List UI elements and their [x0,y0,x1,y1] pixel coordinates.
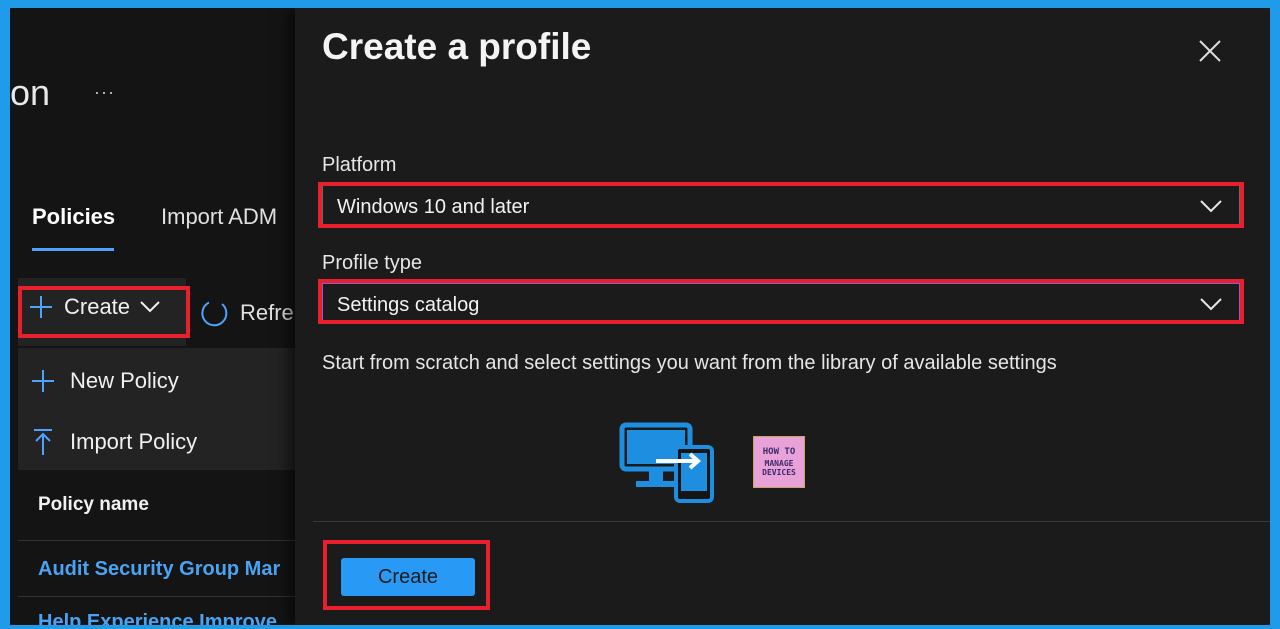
menu-item-import-policy[interactable]: Import Policy [30,428,197,456]
row-divider [18,596,295,597]
menu-item-label: Import Policy [70,429,198,454]
create-profile-panel: Create a profile Platform Windows 10 and… [295,8,1270,625]
platform-select-value: Windows 10 and later [337,196,530,218]
plus-icon [30,296,52,318]
create-dropdown-menu: New Policy Import Policy [18,348,295,470]
create-dropdown-button[interactable]: Create [18,278,186,346]
platform-select[interactable]: Windows 10 and later [322,185,1240,226]
menu-item-new-policy[interactable]: New Policy [30,368,179,394]
screenshot-frame: on ··· Policies Import ADM Create Refre [10,8,1270,625]
logo-line-3: DEVICES [762,467,796,477]
policies-blade: on ··· Policies Import ADM Create Refre [10,8,295,625]
logo-line-1: HOW TO [762,446,796,457]
profile-description: Start from scratch and select settings y… [322,352,1057,374]
upload-icon [34,429,52,455]
create-button[interactable]: Create [341,558,475,596]
chevron-down-icon [1200,200,1222,213]
chevron-down-icon [1200,298,1222,311]
platform-label: Platform [322,154,397,176]
plus-icon [32,370,54,392]
remote-desktop-icon [619,422,714,503]
tab-policies[interactable]: Policies [32,204,115,230]
profile-type-label: Profile type [322,252,423,274]
create-button-label: Create [64,294,131,319]
profile-type-select[interactable]: Settings catalog [322,283,1240,324]
panel-title: Create a profile [322,26,592,67]
tab-import-adm[interactable]: Import ADM [161,204,277,230]
profile-type-select-value: Settings catalog [337,294,480,316]
refresh-button[interactable]: Refre [200,298,294,328]
refresh-icon [201,301,228,327]
page-title: on [10,72,51,113]
row-divider [18,540,295,541]
table-row[interactable]: Audit Security Group Mar [38,558,280,581]
refresh-label: Refre [240,300,294,325]
active-tab-indicator [32,248,114,251]
logo-line-2: MANAGE [764,458,794,468]
more-options-button[interactable]: ··· [94,82,115,103]
menu-item-label: New Policy [70,368,179,393]
close-icon[interactable] [1195,36,1225,66]
chevron-down-icon [140,301,160,313]
how-to-manage-devices-logo: HOW TO MANAGE DEVICES [753,436,805,488]
column-header-policy-name[interactable]: Policy name [38,494,149,516]
table-row[interactable]: Help Experience Improve [38,611,277,625]
footer-divider [313,521,1270,522]
